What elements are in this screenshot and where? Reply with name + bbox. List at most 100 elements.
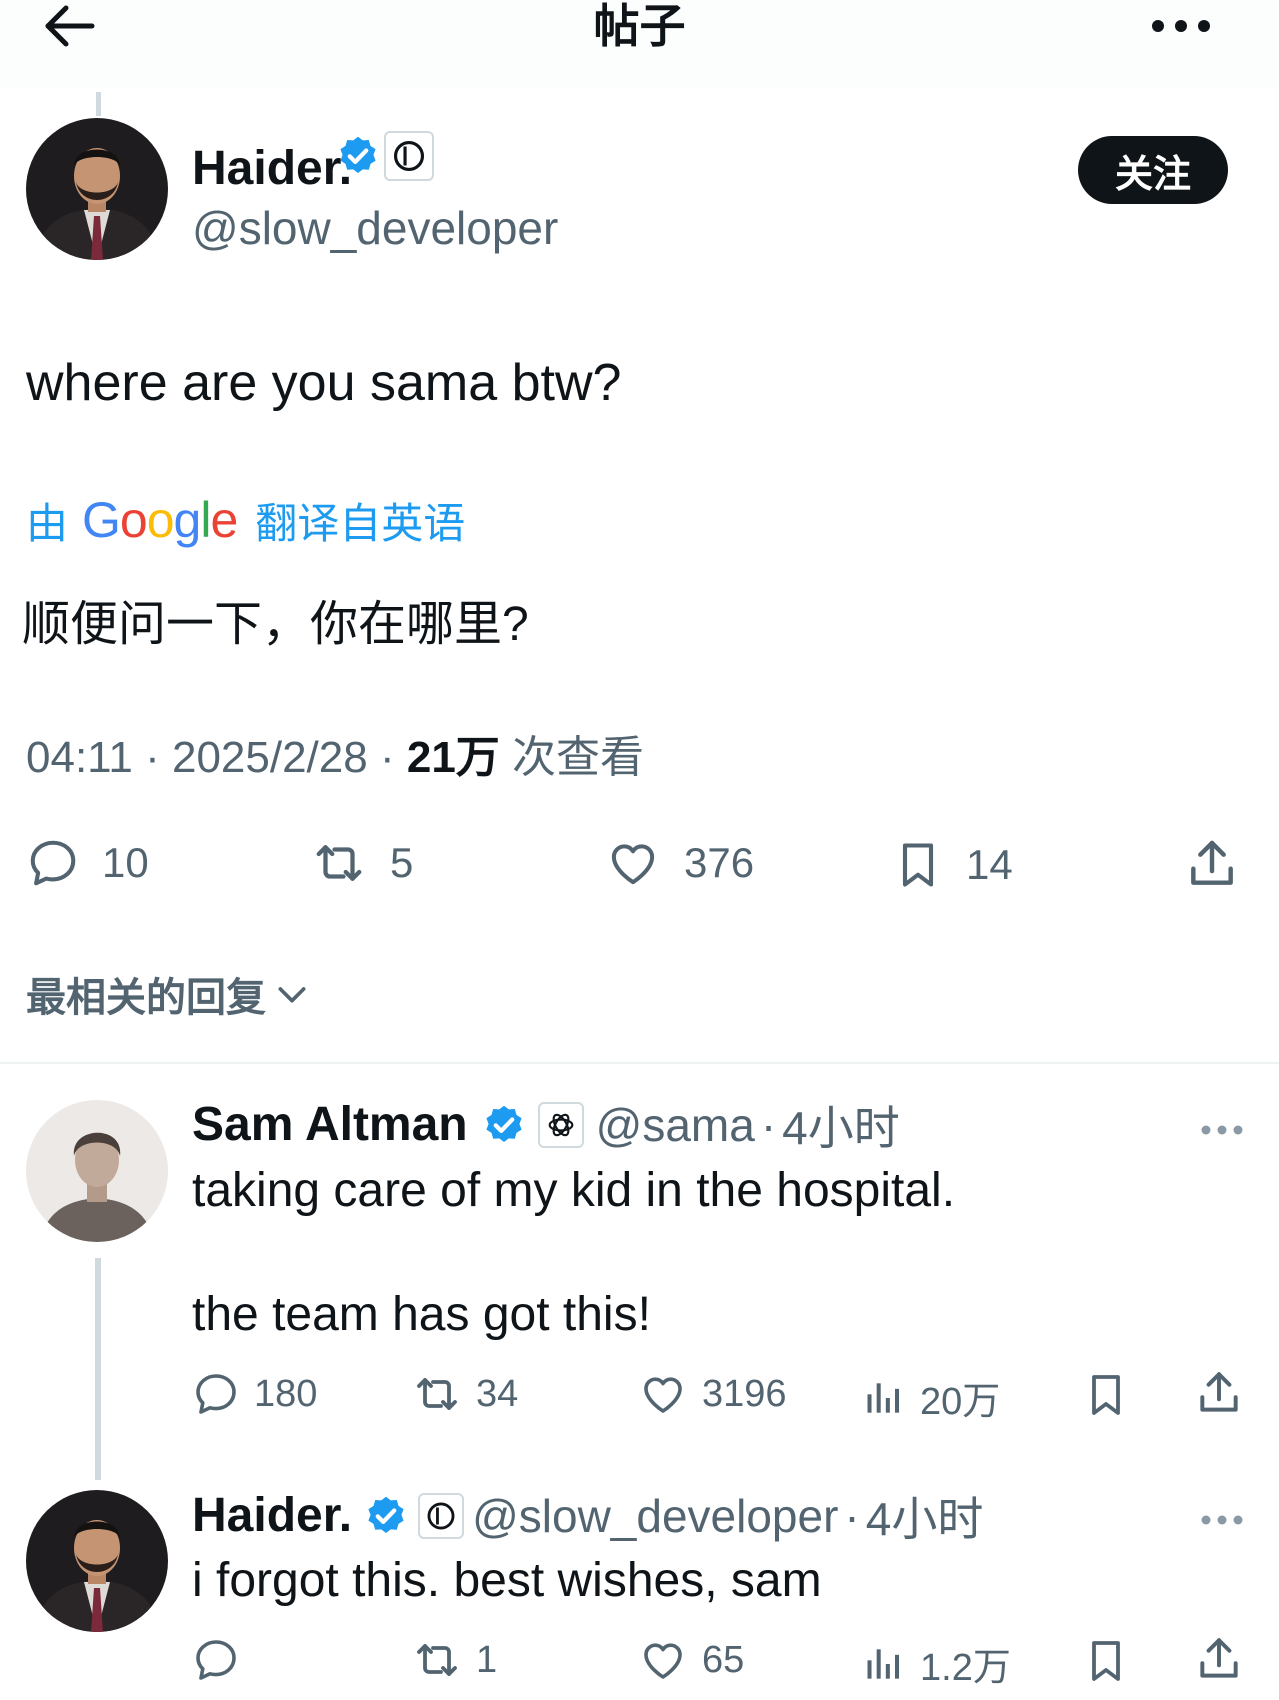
avatar-sam-altman-image — [26, 1100, 168, 1242]
verified-badge-icon — [364, 1494, 408, 1538]
avatar[interactable] — [26, 1490, 168, 1632]
avatar-haider-image — [26, 1490, 168, 1632]
chevron-down-icon — [278, 987, 306, 1003]
repost-count: 1 — [476, 1638, 498, 1681]
tweet-date[interactable]: 2025/2/28 — [172, 733, 368, 782]
views-icon — [862, 1374, 906, 1422]
more-horizontal-icon[interactable] — [1200, 1122, 1244, 1138]
like-button[interactable]: 3196 — [638, 1370, 787, 1418]
share-button[interactable] — [1194, 1634, 1244, 1684]
reply-count: 10 — [102, 839, 149, 886]
views-icon — [862, 1640, 906, 1688]
reply-button[interactable] — [192, 1636, 254, 1684]
reply-author-name[interactable]: Sam Altman — [192, 1096, 468, 1154]
more-options-button[interactable] — [1150, 12, 1212, 40]
bookmark-button[interactable]: 14 — [892, 836, 1013, 894]
separator: · — [760, 1099, 777, 1151]
translated-text: 顺便问一下，你在哪里? — [22, 598, 529, 651]
bookmark-icon — [1082, 1368, 1130, 1422]
reply-author-handle[interactable]: @sama — [596, 1097, 755, 1153]
bookmark-count: 14 — [966, 841, 1013, 888]
divider — [0, 1062, 1279, 1064]
repost-icon — [310, 836, 368, 890]
avatar[interactable] — [26, 118, 168, 260]
repost-icon — [412, 1370, 462, 1418]
translation-source-label: 翻译自英语 — [255, 499, 466, 547]
like-button[interactable]: 65 — [638, 1636, 744, 1684]
thread-connector — [95, 1258, 101, 1480]
affiliation-badge[interactable] — [418, 1493, 465, 1539]
heart-icon — [638, 1370, 688, 1418]
verified-badge-icon — [482, 1103, 526, 1147]
circle-badge-icon — [390, 137, 428, 175]
tweet-time[interactable]: 04:11 — [26, 733, 133, 782]
repost-count: 34 — [476, 1372, 519, 1415]
reply-author-handle[interactable]: @slow_developer — [472, 1488, 838, 1544]
share-button[interactable] — [1184, 836, 1240, 892]
reply-icon — [26, 836, 80, 890]
more-horizontal-icon[interactable] — [1200, 1512, 1244, 1528]
reply-button[interactable]: 10 — [26, 836, 149, 890]
like-button[interactable]: 376 — [604, 836, 754, 890]
reply-header: Sam Altman @sama · 4小时 — [192, 1095, 900, 1155]
author-handle[interactable]: @slow_developer — [192, 200, 558, 256]
reply-header: Haider. @slow_developer · 4小时 — [192, 1486, 983, 1546]
separator: · — [145, 733, 160, 782]
reply-count: 180 — [254, 1372, 318, 1415]
views-count: 20万 — [920, 1381, 1001, 1423]
separator: · — [844, 1490, 860, 1542]
reply-icon — [192, 1636, 240, 1684]
thread-connector — [96, 92, 101, 116]
reply-time[interactable]: 4小时 — [866, 1483, 984, 1549]
heart-icon — [604, 836, 662, 890]
like-count: 65 — [702, 1638, 745, 1681]
repost-button[interactable]: 34 — [412, 1370, 518, 1418]
bookmark-icon — [892, 836, 944, 894]
repost-count: 5 — [390, 839, 414, 886]
reply-icon — [192, 1370, 240, 1418]
verified-badge-icon — [336, 134, 380, 178]
bookmark-button[interactable] — [1082, 1368, 1130, 1422]
openai-logo-icon — [544, 1108, 578, 1142]
share-icon — [1194, 1368, 1244, 1418]
reply-text: i forgot this. best wishes, sam — [192, 1554, 822, 1607]
reply-button[interactable]: 180 — [192, 1370, 317, 1418]
top-bar: 帖子 — [0, 0, 1279, 88]
translation-by-label: 由 — [26, 499, 69, 547]
views-label: 次查看 — [512, 733, 645, 782]
circle-badge-icon — [424, 1499, 458, 1533]
share-button[interactable] — [1194, 1368, 1244, 1418]
page-title: 帖子 — [593, 0, 686, 52]
affiliation-badge[interactable] — [537, 1102, 584, 1148]
repost-button[interactable]: 5 — [310, 836, 413, 890]
bookmark-button[interactable] — [1082, 1634, 1130, 1688]
views-button[interactable]: 20万 — [862, 1370, 1000, 1425]
separator: · — [379, 733, 395, 782]
tweet-meta: 04:11 · 2025/2/28 · 21万 次查看 — [26, 730, 644, 786]
views-count: 1.2万 — [920, 1647, 1011, 1689]
views-button[interactable]: 1.2万 — [862, 1636, 1011, 1691]
like-count: 376 — [684, 839, 755, 886]
reply-time[interactable]: 4小时 — [782, 1092, 900, 1158]
avatar-haider-image — [26, 118, 168, 260]
reply-author-name[interactable]: Haider. — [192, 1487, 352, 1545]
reply-text: taking care of my kid in the hospital. — [192, 1164, 956, 1217]
like-count: 3196 — [702, 1372, 787, 1415]
replies-sort-label: 最相关的回复 — [26, 976, 266, 1020]
heart-icon — [638, 1636, 688, 1684]
author-name[interactable]: Haider. — [192, 140, 352, 198]
translation-attribution[interactable]: 由 Google 翻译自英语 — [26, 490, 465, 550]
share-icon — [1194, 1634, 1244, 1684]
follow-button[interactable]: 关注 — [1078, 136, 1228, 204]
affiliation-badge[interactable] — [384, 131, 434, 181]
repost-icon — [412, 1636, 462, 1684]
google-logo: Google — [82, 492, 238, 548]
avatar[interactable] — [26, 1100, 168, 1242]
more-horizontal-icon — [1152, 20, 1210, 32]
repost-button[interactable]: 1 — [412, 1636, 497, 1684]
bookmark-icon — [1082, 1634, 1130, 1688]
views-count[interactable]: 21万 — [407, 733, 500, 782]
replies-sort-dropdown[interactable]: 最相关的回复 — [26, 965, 312, 1023]
reply-text: the team has got this! — [192, 1288, 651, 1341]
share-icon — [1184, 836, 1240, 892]
